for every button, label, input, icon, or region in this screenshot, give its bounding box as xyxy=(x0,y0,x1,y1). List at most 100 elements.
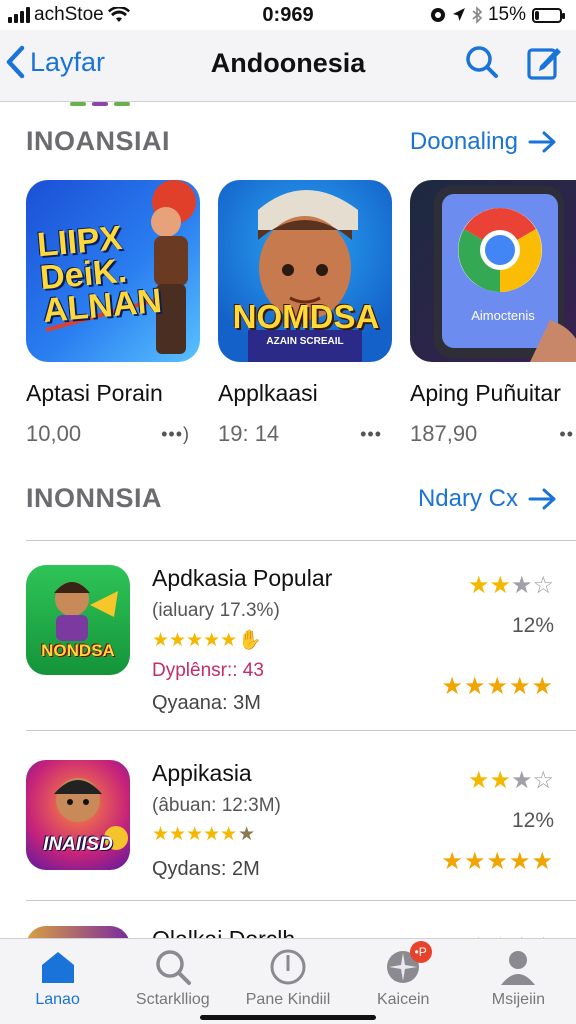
list-section-title: INONNSIA xyxy=(26,483,163,513)
carrier-label: achStoe xyxy=(34,4,104,25)
tab-label: Lanao xyxy=(35,991,80,1008)
wifi-icon xyxy=(107,7,130,22)
signal-icon xyxy=(8,7,30,23)
star-rating: ★★★★★ ✋ xyxy=(152,628,332,652)
list-item[interactable]: NONDSA Apdkasia Popular (ialuary 17.3%) … xyxy=(26,565,554,714)
featured-link-label: Doonaling xyxy=(409,127,518,155)
row-divider xyxy=(26,730,576,731)
clock: 0:969 xyxy=(262,3,314,26)
stars-icon: ★★★★★ xyxy=(152,824,238,845)
app-artwork: Aimoctenis xyxy=(410,180,576,362)
app-icon: INAIISD xyxy=(26,760,130,870)
icon-text: NONDSA xyxy=(41,641,115,660)
artwork-text: NOMDSA xyxy=(232,298,380,335)
battery-level xyxy=(535,10,539,20)
home-icon xyxy=(41,952,74,983)
arrow-right-icon xyxy=(528,488,556,509)
person-icon xyxy=(501,951,536,985)
star-rating: ★★★★★ ★ xyxy=(152,823,281,846)
compose-icon[interactable] xyxy=(526,42,562,82)
home-indicator[interactable] xyxy=(200,1015,376,1020)
app-name: Applkaasi xyxy=(218,380,318,406)
hand-icon: ✋ xyxy=(238,630,262,651)
tab-explore[interactable]: Pane Kindiil xyxy=(230,939,345,1024)
app-meta: 187,90 •• xyxy=(410,421,576,447)
app-extra: Dyplênsr:: 43 xyxy=(152,660,264,681)
arrow-right-icon xyxy=(528,131,556,152)
search-icon[interactable] xyxy=(464,42,500,82)
section-divider xyxy=(26,540,576,541)
app-meta: 10,00 •••) xyxy=(26,421,200,447)
tab-profile[interactable]: Msijeiin xyxy=(461,939,576,1024)
artwork-text: LIIPX DeiK. ALNAN xyxy=(35,219,164,331)
navigation-bar: Layfar Andoonesia xyxy=(0,30,576,102)
status-right: 15% xyxy=(430,4,565,26)
scroll-hint-strip xyxy=(70,102,130,106)
featured-section-title: INOANSIAI xyxy=(26,126,171,156)
app-icon: NONDSA xyxy=(26,565,130,675)
tab-updates[interactable]: •P Kaicein xyxy=(346,939,461,1024)
notification-badge: •P xyxy=(409,941,432,963)
featured-card[interactable]: NOMDSA AZAIN SCREAIL Applkaasi 19: 14 ••… xyxy=(218,180,392,447)
phone-illustration xyxy=(434,186,576,362)
featured-card[interactable]: Aimoctenis Aping Puñuitar 187,90 •• xyxy=(410,180,576,447)
rating-percent: 12% xyxy=(511,614,554,637)
list-section-header: INONNSIA Ndary Cx xyxy=(26,483,558,514)
app-title: Apdkasia Popular xyxy=(152,565,333,591)
more-icon[interactable]: ••• xyxy=(360,424,382,445)
app-value: 10,00 xyxy=(26,421,82,446)
bluetooth-icon xyxy=(472,6,482,24)
status-left: achStoe xyxy=(8,4,130,26)
app-rating-block: ★★★☆ 12% ★★★★★ xyxy=(441,571,554,701)
app-meta: 19: 14 ••• xyxy=(218,421,392,447)
orange-stars-icon: ★★★★★ xyxy=(441,673,554,700)
list-see-all-link[interactable]: Ndary Cx xyxy=(418,485,558,513)
location-icon xyxy=(452,8,465,21)
app-name: Aptasi Porain xyxy=(26,380,163,406)
tab-label: Kaicein xyxy=(376,991,430,1008)
battery-percent: 15% xyxy=(487,4,526,25)
featured-see-all-link[interactable]: Doonaling xyxy=(410,128,558,156)
tab-label: Sctarklliog xyxy=(135,991,210,1008)
more-icon[interactable]: •• xyxy=(559,424,574,445)
rating-percent: 12% xyxy=(511,809,554,832)
search-icon xyxy=(156,950,191,985)
app-rating-block: ★★★☆ 12% ★★★★★ xyxy=(441,766,554,876)
app-info: Apdkasia Popular (ialuary 17.3%) ★★★★★ ✋… xyxy=(152,565,332,715)
alarm-icon xyxy=(430,8,445,22)
row-divider xyxy=(26,900,576,901)
download-count: Qydans: 2M xyxy=(152,858,260,880)
icon-text: INAIISD xyxy=(43,834,113,855)
stars-icon: ★★★★★ xyxy=(152,629,238,651)
app-subtitle: (âbuan: 12:3M) xyxy=(152,795,281,816)
tab-home[interactable]: Lanao xyxy=(0,939,115,1024)
star-outline-icon: ★ xyxy=(238,824,256,845)
tab-bar: Lanao Sctarklliog Pane Kindiil •P Kaicei… xyxy=(0,938,576,1024)
app-artwork: LIIPX DeiK. ALNAN xyxy=(26,180,200,362)
featured-section-header: INOANSIAI Doonaling xyxy=(26,126,558,157)
app-subtitle: (ialuary 17.3%) xyxy=(152,600,280,621)
tab-label: Pane Kindiil xyxy=(245,991,331,1008)
tab-search[interactable]: Sctarklliog xyxy=(115,939,230,1024)
status-bar: achStoe 0:969 15% xyxy=(0,0,576,30)
app-title: Appikasia xyxy=(152,760,252,786)
compass-icon xyxy=(270,949,306,985)
rating-stars-icon: ★★★☆ xyxy=(467,767,554,794)
app-info: Appikasia (âbuan: 12:3M) ★★★★★ ★ Qydans:… xyxy=(152,760,281,881)
app-value: 187,90 xyxy=(410,421,478,446)
artwork-text: Aimoctenis xyxy=(471,308,535,323)
download-count: Qyaana: 3M xyxy=(152,692,261,714)
tab-label: Msijeiin xyxy=(491,991,546,1008)
list-item[interactable]: INAIISD Appikasia (âbuan: 12:3M) ★★★★★ ★… xyxy=(26,760,554,880)
app-name: Aping Puñuitar xyxy=(410,380,561,406)
list-link-label: Ndary Cx xyxy=(417,484,518,512)
app-artwork: NOMDSA AZAIN SCREAIL xyxy=(218,180,392,362)
battery-icon xyxy=(532,7,565,23)
app-value: 19: 14 xyxy=(218,421,280,446)
nav-actions xyxy=(464,42,562,82)
artwork-subtext: AZAIN SCREAIL xyxy=(266,336,344,347)
more-icon[interactable]: •••) xyxy=(161,424,190,445)
rating-stars-icon: ★★★☆ xyxy=(467,572,554,599)
orange-stars-icon: ★★★★★ xyxy=(441,848,554,875)
featured-card[interactable]: LIIPX DeiK. ALNAN Aptasi Porain 10,00 ••… xyxy=(26,180,200,447)
